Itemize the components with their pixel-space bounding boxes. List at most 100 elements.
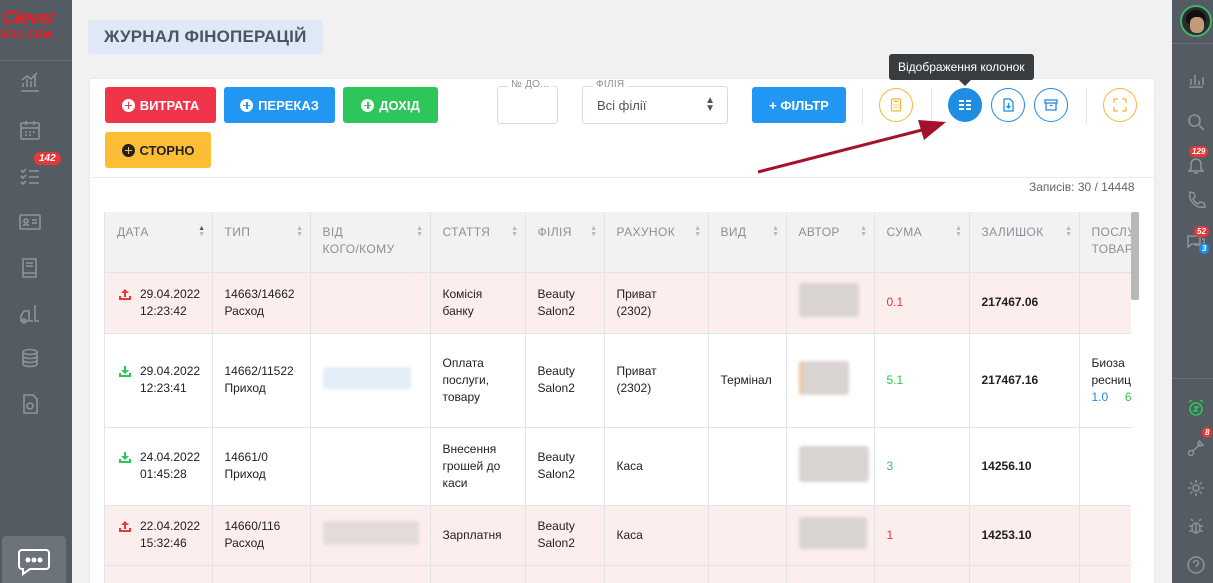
doc-number-label: № ДО... — [508, 79, 553, 90]
right-sidebar: 129 52 3 8 — [1172, 0, 1213, 583]
col-header-from-to[interactable]: ВІД КОГО/КОМУ ▲ ▼ — [310, 212, 431, 273]
table-scrollbar[interactable] — [1131, 212, 1139, 300]
bell-icon[interactable] — [1186, 155, 1206, 175]
cell-empty — [310, 565, 431, 583]
alarm-clock-icon[interactable] — [1186, 398, 1206, 418]
finops-table: ДАТА ▲ ▼ ТИП ▲ ▼ ВІД КОГО/КОМУ ▲ ▼ СТАТТЯ ▲ ▼ ФІЛ… — [104, 212, 1131, 583]
col-header-branch[interactable]: ФІЛІЯ ▲ ▼ — [525, 212, 605, 273]
cell-amount: 1 — [874, 505, 970, 566]
doc-number-input[interactable]: № ДО... — [497, 79, 558, 124]
columns-display-button[interactable] — [948, 88, 982, 122]
cell-type-number[interactable]: 14660/116 — [225, 519, 281, 533]
cell-author — [786, 505, 875, 566]
blurred-client[interactable] — [322, 366, 411, 389]
branch-select-label: ФІЛІЯ — [593, 79, 628, 90]
upload-out-icon — [119, 521, 131, 532]
chat-button[interactable] — [2, 536, 66, 583]
cell-balance: 14253.10 — [969, 505, 1080, 566]
cell-time-value: 15:32:46 — [140, 536, 187, 550]
blurred-recipient[interactable] — [322, 520, 419, 545]
cell-date-value: 29.04.2022 — [140, 286, 201, 301]
fullscreen-icon — [1113, 98, 1127, 112]
gear-icon[interactable] — [1186, 478, 1206, 498]
sort-icon: ▲ ▼ — [955, 225, 963, 238]
col-header-label: КОГО/КОМУ — [322, 242, 395, 256]
cell-text: послуги, — [442, 372, 490, 387]
cell-branch: Beauty Salon2 — [525, 333, 605, 428]
sort-icon: ▲ ▼ — [772, 225, 780, 238]
avatar[interactable] — [1180, 5, 1212, 37]
checklist-icon[interactable] — [18, 164, 42, 188]
cell-date: 22.04.2022 15:32:46 — [105, 505, 213, 566]
fullscreen-button[interactable] — [1103, 88, 1137, 122]
bug-icon[interactable] — [1186, 516, 1206, 536]
branch-select-value: Всі філії — [597, 98, 647, 113]
document-money-icon[interactable] — [18, 392, 42, 416]
cell-article: Комісія банку — [430, 272, 526, 334]
analytics-icon[interactable] — [18, 70, 42, 94]
cell-empty — [969, 565, 1080, 583]
chat-badge: 3 — [1199, 243, 1210, 254]
table-row[interactable]: 29.04.2022 12:23:41 14662/11522 Приход Опл… — [105, 333, 1131, 428]
columns-tooltip: Відображення колонок — [889, 54, 1034, 80]
toolbar-separator — [931, 88, 932, 124]
expense-button[interactable]: ВИТРАТА — [105, 87, 216, 123]
tools-icon[interactable] — [1186, 438, 1206, 458]
plus-circle-icon — [361, 98, 375, 112]
transfer-button[interactable]: ПЕРЕКАЗ — [224, 87, 335, 123]
table-row[interactable]: 24.04.2022 01:45:28 14661/0 Приход Внесенн… — [105, 427, 1131, 506]
filter-button[interactable]: + ФІЛЬТР — [752, 87, 846, 123]
cell-type-number[interactable]: 14661/0 — [225, 450, 268, 464]
cell-text: Beauty — [537, 519, 575, 533]
branch-select[interactable]: ФІЛІЯ Всі філії ▲ ▼ — [582, 79, 728, 124]
col-header-article[interactable]: СТАТТЯ ▲ ▼ — [430, 212, 526, 273]
calendar-icon[interactable] — [18, 118, 42, 142]
phone-icon[interactable] — [1186, 190, 1206, 210]
table-row[interactable]: 29.04.2022 12:23:42 14663/14662 Расход Ком… — [105, 272, 1131, 334]
file-download-icon — [1003, 98, 1014, 112]
calculator-button[interactable] — [879, 88, 913, 122]
cell-date-value: 29.04.2022 — [140, 364, 201, 378]
cell-date-value: 24.04.2022 — [140, 450, 201, 464]
cell-type-name: Приход — [224, 467, 266, 481]
help-icon[interactable] — [1186, 555, 1206, 575]
cell-balance: 14256.10 — [969, 427, 1080, 506]
cell-type: 14662/11522 Приход — [212, 333, 311, 428]
storno-button-label: СТОРНО — [139, 142, 195, 158]
table-row[interactable]: 22.04.2022 15:32:46 14660/116 Расход Зарпл… — [105, 505, 1131, 566]
columns-list-icon — [959, 100, 971, 110]
forklift-icon[interactable] — [18, 302, 42, 326]
col-header-date[interactable]: ДАТА ▲ ▼ — [105, 212, 213, 273]
transfer-button-label: ПЕРЕКАЗ — [258, 97, 319, 113]
col-header-amount[interactable]: СУМА ▲ ▼ — [874, 212, 970, 273]
col-header-balance[interactable]: ЗАЛИШОК ▲ ▼ — [969, 212, 1080, 273]
col-header-kind[interactable]: ВИД ▲ ▼ — [708, 212, 787, 273]
cell-account: Каса — [604, 505, 709, 566]
cell-type-number[interactable]: 14663/14662 — [225, 287, 295, 301]
col-header-services[interactable]: ПОСЛУ ТОВАР — [1079, 212, 1132, 273]
book-icon[interactable] — [18, 256, 42, 280]
income-button[interactable]: ДОХІД — [343, 87, 438, 123]
export-button[interactable] — [991, 88, 1025, 122]
search-icon[interactable] — [1186, 112, 1206, 132]
income-button-label: ДОХІД — [379, 97, 420, 113]
logo[interactable]: Clever BOX.CRM — [0, 6, 72, 46]
sort-icon: ▲ ▼ — [511, 225, 519, 238]
contact-card-icon[interactable] — [18, 210, 42, 234]
cell-branch: Beauty Salon2 — [525, 272, 605, 334]
archive-button[interactable] — [1034, 88, 1068, 122]
col-header-account[interactable]: РАХУНОК ▲ ▼ — [604, 212, 709, 273]
cell-text: грошей до — [442, 458, 501, 473]
chat-icon — [18, 549, 50, 576]
col-header-label: ПОСЛУ — [1091, 225, 1132, 239]
blurred-author — [798, 360, 849, 395]
col-header-type[interactable]: ТИП ▲ ▼ — [212, 212, 311, 273]
table-row[interactable] — [105, 565, 1131, 583]
plus-circle-icon — [121, 98, 135, 112]
coins-icon[interactable] — [18, 346, 42, 370]
cell-text: Приват — [616, 364, 657, 378]
stats-icon[interactable] — [1186, 70, 1206, 90]
storno-button[interactable]: СТОРНО — [105, 132, 211, 168]
col-header-author[interactable]: АВТОР ▲ ▼ — [786, 212, 875, 273]
cell-type-number[interactable]: 14662/11522 — [225, 364, 294, 378]
